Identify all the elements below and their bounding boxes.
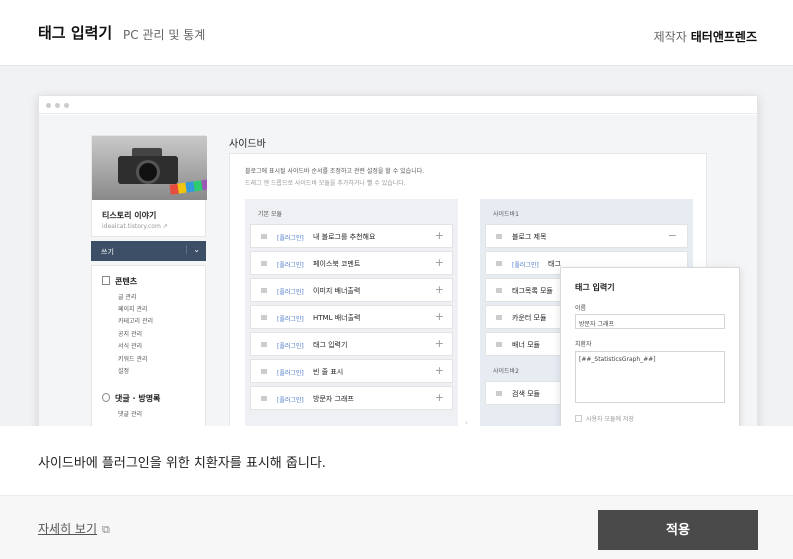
window-dot-icon — [64, 103, 69, 108]
drag-handle-icon — [496, 315, 502, 320]
drag-handle-icon — [261, 342, 267, 347]
drag-handle-icon — [261, 369, 267, 374]
document-icon — [102, 276, 110, 285]
write-button[interactable]: 쓰기 ⌄ — [91, 241, 206, 261]
plugin-category: PC 관리 및 통계 — [123, 28, 206, 42]
menu-item[interactable]: 글 관리 — [118, 292, 136, 301]
module-item[interactable]: [플러그인] 태그 입력기 + — [250, 332, 453, 356]
preview-browser-window: 티스토리 이야기 idealcat.tistory.com ↗ 쓰기 ⌄ 콘텐츠… — [38, 95, 758, 426]
drag-handle-icon — [496, 261, 502, 266]
drag-handle-icon — [261, 261, 267, 266]
menu-section-comments: 댓글 · 방명록 — [102, 393, 160, 404]
blog-profile-card: 티스토리 이야기 idealcat.tistory.com ↗ — [91, 135, 207, 237]
drag-handle-icon — [261, 315, 267, 320]
module-item[interactable]: 블로그 제목 − — [485, 224, 688, 248]
name-label: 이름 — [575, 305, 587, 312]
module-item[interactable]: [플러그인] 내 블로그를 추천해요 + — [250, 224, 453, 248]
maker-label: 제작자 — [653, 30, 687, 44]
camera-icon — [136, 160, 160, 184]
external-link-icon: ⧉ — [102, 523, 110, 536]
drag-handle-icon — [496, 342, 502, 347]
checkbox-icon — [575, 415, 582, 422]
browser-titlebar — [39, 96, 757, 114]
chevron-down-icon: ⌄ — [186, 245, 200, 254]
external-link-icon: ↗ — [162, 223, 168, 230]
apply-button[interactable]: 적용 — [598, 510, 758, 550]
remove-icon: − — [667, 229, 677, 242]
maker-name: 태터앤프렌즈 — [690, 30, 757, 44]
add-icon: + — [434, 256, 444, 269]
window-dot-icon — [55, 103, 60, 108]
module-item[interactable]: [플러그인] 페이스북 코멘트 + — [250, 251, 453, 275]
blog-photo — [92, 136, 207, 200]
add-icon: + — [434, 337, 444, 350]
drag-handle-icon — [261, 396, 267, 401]
menu-item[interactable]: 키워드 관리 — [118, 354, 148, 363]
module-settings-popup: 태그 입력기 이름 방문자 그래프 치환자 [##_StatisticsGrap… — [560, 267, 740, 426]
name-field[interactable]: 방문자 그래프 — [575, 314, 725, 329]
menu-item[interactable]: 댓글 관리 — [118, 409, 142, 418]
header: 태그 입력기 PC 관리 및 통계 제작자 태터앤프렌즈 — [0, 0, 793, 66]
drag-handle-icon — [496, 288, 502, 293]
menu-item[interactable]: 서식 관리 — [118, 341, 142, 350]
more-info-link[interactable]: 자세히 보기 ⧉ — [38, 520, 110, 537]
column-header: 사이드바1 — [493, 211, 519, 218]
maker-info: 제작자 태터앤프렌즈 — [654, 28, 757, 45]
drag-handle-icon — [496, 234, 502, 239]
menu-item[interactable]: 페이지 관리 — [118, 304, 148, 313]
module-item[interactable]: [플러그인] 이미지 배너출력 + — [250, 278, 453, 302]
module-item[interactable]: [플러그인] HTML 배너출력 + — [250, 305, 453, 329]
window-dot-icon — [46, 103, 51, 108]
plugin-title: 태그 입력기 — [38, 24, 113, 42]
comment-icon — [102, 393, 110, 402]
column-header: 기본 모듈 — [258, 211, 282, 218]
module-item[interactable]: [플러그인] 빈 줄 표시 + — [250, 359, 453, 383]
add-icon: + — [434, 310, 444, 323]
module-item[interactable]: [플러그인] 방문자 그래프 + — [250, 386, 453, 410]
add-icon: + — [434, 364, 444, 377]
sidebar-description: 블로그에 표시될 사이드바 순서를 조정하고 관련 설정을 할 수 있습니다. — [245, 168, 425, 175]
drag-handle-icon — [261, 234, 267, 239]
drag-handle-icon — [496, 391, 502, 396]
menu-item[interactable]: 공지 관리 — [118, 329, 142, 338]
column-header: 사이드바2 — [493, 368, 519, 375]
write-label: 쓰기 — [101, 248, 114, 256]
sidebar-settings-title: 사이드바 — [229, 139, 266, 150]
preview-body: 티스토리 이야기 idealcat.tistory.com ↗ 쓰기 ⌄ 콘텐츠… — [39, 115, 757, 426]
menu-section-content: 콘텐츠 — [102, 276, 137, 287]
add-icon: + — [434, 229, 444, 242]
add-icon: + — [434, 391, 444, 404]
basic-module-column: 기본 모듈 [플러그인] 내 블로그를 추천해요 + [플러그인] 페이스북 코멘트 +… — [245, 199, 458, 426]
blog-admin-menu: 콘텐츠 글 관리 페이지 관리 카테고리 관리 공지 관리 서식 관리 키워드 … — [91, 265, 206, 426]
blog-url: idealcat.tistory.com ↗ — [102, 223, 168, 230]
chevron-right-icon: › — [465, 419, 468, 426]
substitute-label: 치환자 — [575, 341, 592, 348]
popup-title: 태그 입력기 — [575, 283, 615, 292]
footer: 자세히 보기 ⧉ 적용 — [0, 495, 793, 559]
menu-item[interactable]: 설정 — [118, 366, 129, 375]
blog-name: 티스토리 이야기 — [102, 211, 157, 220]
save-to-user-module-checkbox[interactable]: 사용자 모듈에 저장 — [575, 414, 634, 423]
add-icon: + — [434, 283, 444, 296]
sidebar-hint: 드래그 앤 드롭으로 사이드바 모듈을 추가하거나 뺄 수 있습니다. — [245, 180, 406, 187]
menu-item[interactable]: 카테고리 관리 — [118, 316, 153, 325]
plugin-description: 사이드바에 플러그인을 위한 치환자를 표시해 줍니다. — [38, 456, 326, 471]
drag-handle-icon — [261, 288, 267, 293]
preview-area: 티스토리 이야기 idealcat.tistory.com ↗ 쓰기 ⌄ 콘텐츠… — [0, 66, 793, 426]
substitute-textarea[interactable]: [##_StatisticsGraph_##] — [575, 351, 725, 403]
